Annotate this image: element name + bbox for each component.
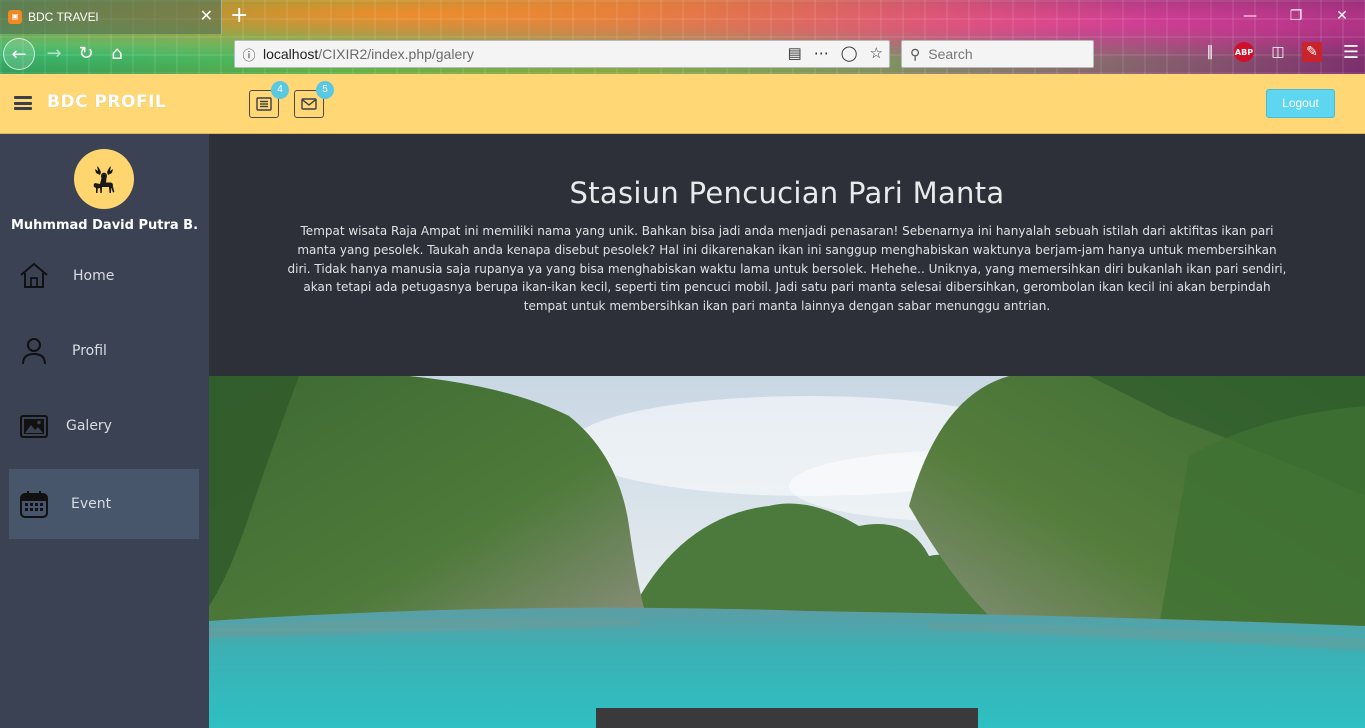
search-icon: ⚲ <box>910 45 921 62</box>
sidebar-item-label: Galery <box>66 418 112 434</box>
sidebar-item-label: Event <box>71 496 112 512</box>
forward-arrow-icon[interactable]: → <box>38 38 70 70</box>
page-title: Stasiun Pencucian Pari Manta <box>569 176 1005 210</box>
restore-icon[interactable]: ❐ <box>1273 0 1319 32</box>
tab-close-icon[interactable]: ✕ <box>200 8 213 24</box>
info-icon[interactable]: ⓘ <box>235 45 263 64</box>
search-placeholder: Search <box>928 46 973 62</box>
menu-toggle-icon[interactable] <box>14 96 32 110</box>
bookmark-star-icon[interactable]: ☆ <box>870 44 883 62</box>
browser-home-icon[interactable]: ⌂ <box>101 38 133 70</box>
image-icon <box>20 415 48 438</box>
calendar-icon <box>20 491 48 518</box>
extensions-toolbar: ‖ ABP ◫ ✎ <box>1200 42 1322 62</box>
sidebar: Muhmmad David Putra B. Home Profil Galer… <box>0 134 209 728</box>
sidebar-item-event[interactable]: Event <box>9 469 199 539</box>
app-header: BDC PROFIL 4 5 Logout <box>0 74 1365 134</box>
tasks-button[interactable]: 4 <box>249 81 289 118</box>
navigation-toolbar: ← → ↻ ⌂ ⓘ localhost/CIXIR2/index.php/gal… <box>0 34 1365 74</box>
avatar <box>74 149 134 209</box>
new-tab-icon[interactable]: + <box>230 4 248 28</box>
sidebar-item-galery[interactable]: Galery <box>9 391 199 461</box>
library-icon[interactable]: ‖ <box>1200 42 1220 62</box>
minimize-icon[interactable]: — <box>1227 0 1273 32</box>
page-actions-icon[interactable]: ⋯ <box>814 44 829 62</box>
sidebar-item-profil[interactable]: Profil <box>9 316 199 386</box>
pocket-icon[interactable]: ◯ <box>841 44 858 62</box>
url-host: localhost <box>263 46 319 62</box>
list-icon <box>256 97 272 111</box>
user-name: Muhmmad David Putra B. <box>10 218 199 233</box>
deer-icon <box>93 166 115 193</box>
search-input[interactable]: ⚲ Search <box>901 40 1094 68</box>
user-icon <box>22 338 46 365</box>
adblock-icon[interactable]: ABP <box>1234 42 1254 62</box>
tab-title: BDC TRAVEl <box>28 10 99 24</box>
browser-menu-icon[interactable]: ☰ <box>1343 42 1359 63</box>
window-controls: — ❐ ✕ <box>1227 0 1365 32</box>
tasks-count-badge: 4 <box>271 81 289 99</box>
envelope-icon <box>301 98 317 110</box>
url-bar[interactable]: ⓘ localhost/CIXIR2/index.php/galery ▤ ⋯ … <box>234 40 890 68</box>
messages-button[interactable]: 5 <box>294 81 334 118</box>
article-paragraph: Tempat wisata Raja Ampat ini memiliki na… <box>287 224 1287 314</box>
messages-count-badge: 5 <box>316 81 334 99</box>
browser-chrome: ▣ BDC TRAVEl ✕ + — ❐ ✕ ← → ↻ ⌂ ⓘ localho… <box>0 0 1365 74</box>
landscape-image <box>209 376 1365 728</box>
tab-favicon-icon: ▣ <box>8 10 22 24</box>
window-close-icon[interactable]: ✕ <box>1319 0 1365 32</box>
url-path: /CIXIR2/index.php/galery <box>318 46 474 62</box>
back-arrow-icon[interactable]: ← <box>3 38 35 70</box>
home-icon <box>20 262 48 288</box>
reader-view-icon[interactable]: ▤ <box>788 44 802 62</box>
sidebar-toggle-icon[interactable]: ◫ <box>1268 42 1288 62</box>
main-content: Stasiun Pencucian Pari Manta Tempat wisa… <box>209 134 1365 728</box>
browser-tab[interactable]: ▣ BDC TRAVEl ✕ <box>0 0 222 34</box>
extension-icon[interactable]: ✎ <box>1302 42 1322 62</box>
reload-icon[interactable]: ↻ <box>70 38 102 70</box>
logout-button[interactable]: Logout <box>1266 89 1335 118</box>
sidebar-item-label: Home <box>73 268 115 284</box>
sidebar-item-home[interactable]: Home <box>9 241 199 311</box>
sidebar-item-label: Profil <box>72 343 107 359</box>
raja-ampat-photo <box>209 376 1365 728</box>
caption-bar <box>596 708 978 728</box>
brand-title[interactable]: BDC PROFIL <box>47 92 166 112</box>
